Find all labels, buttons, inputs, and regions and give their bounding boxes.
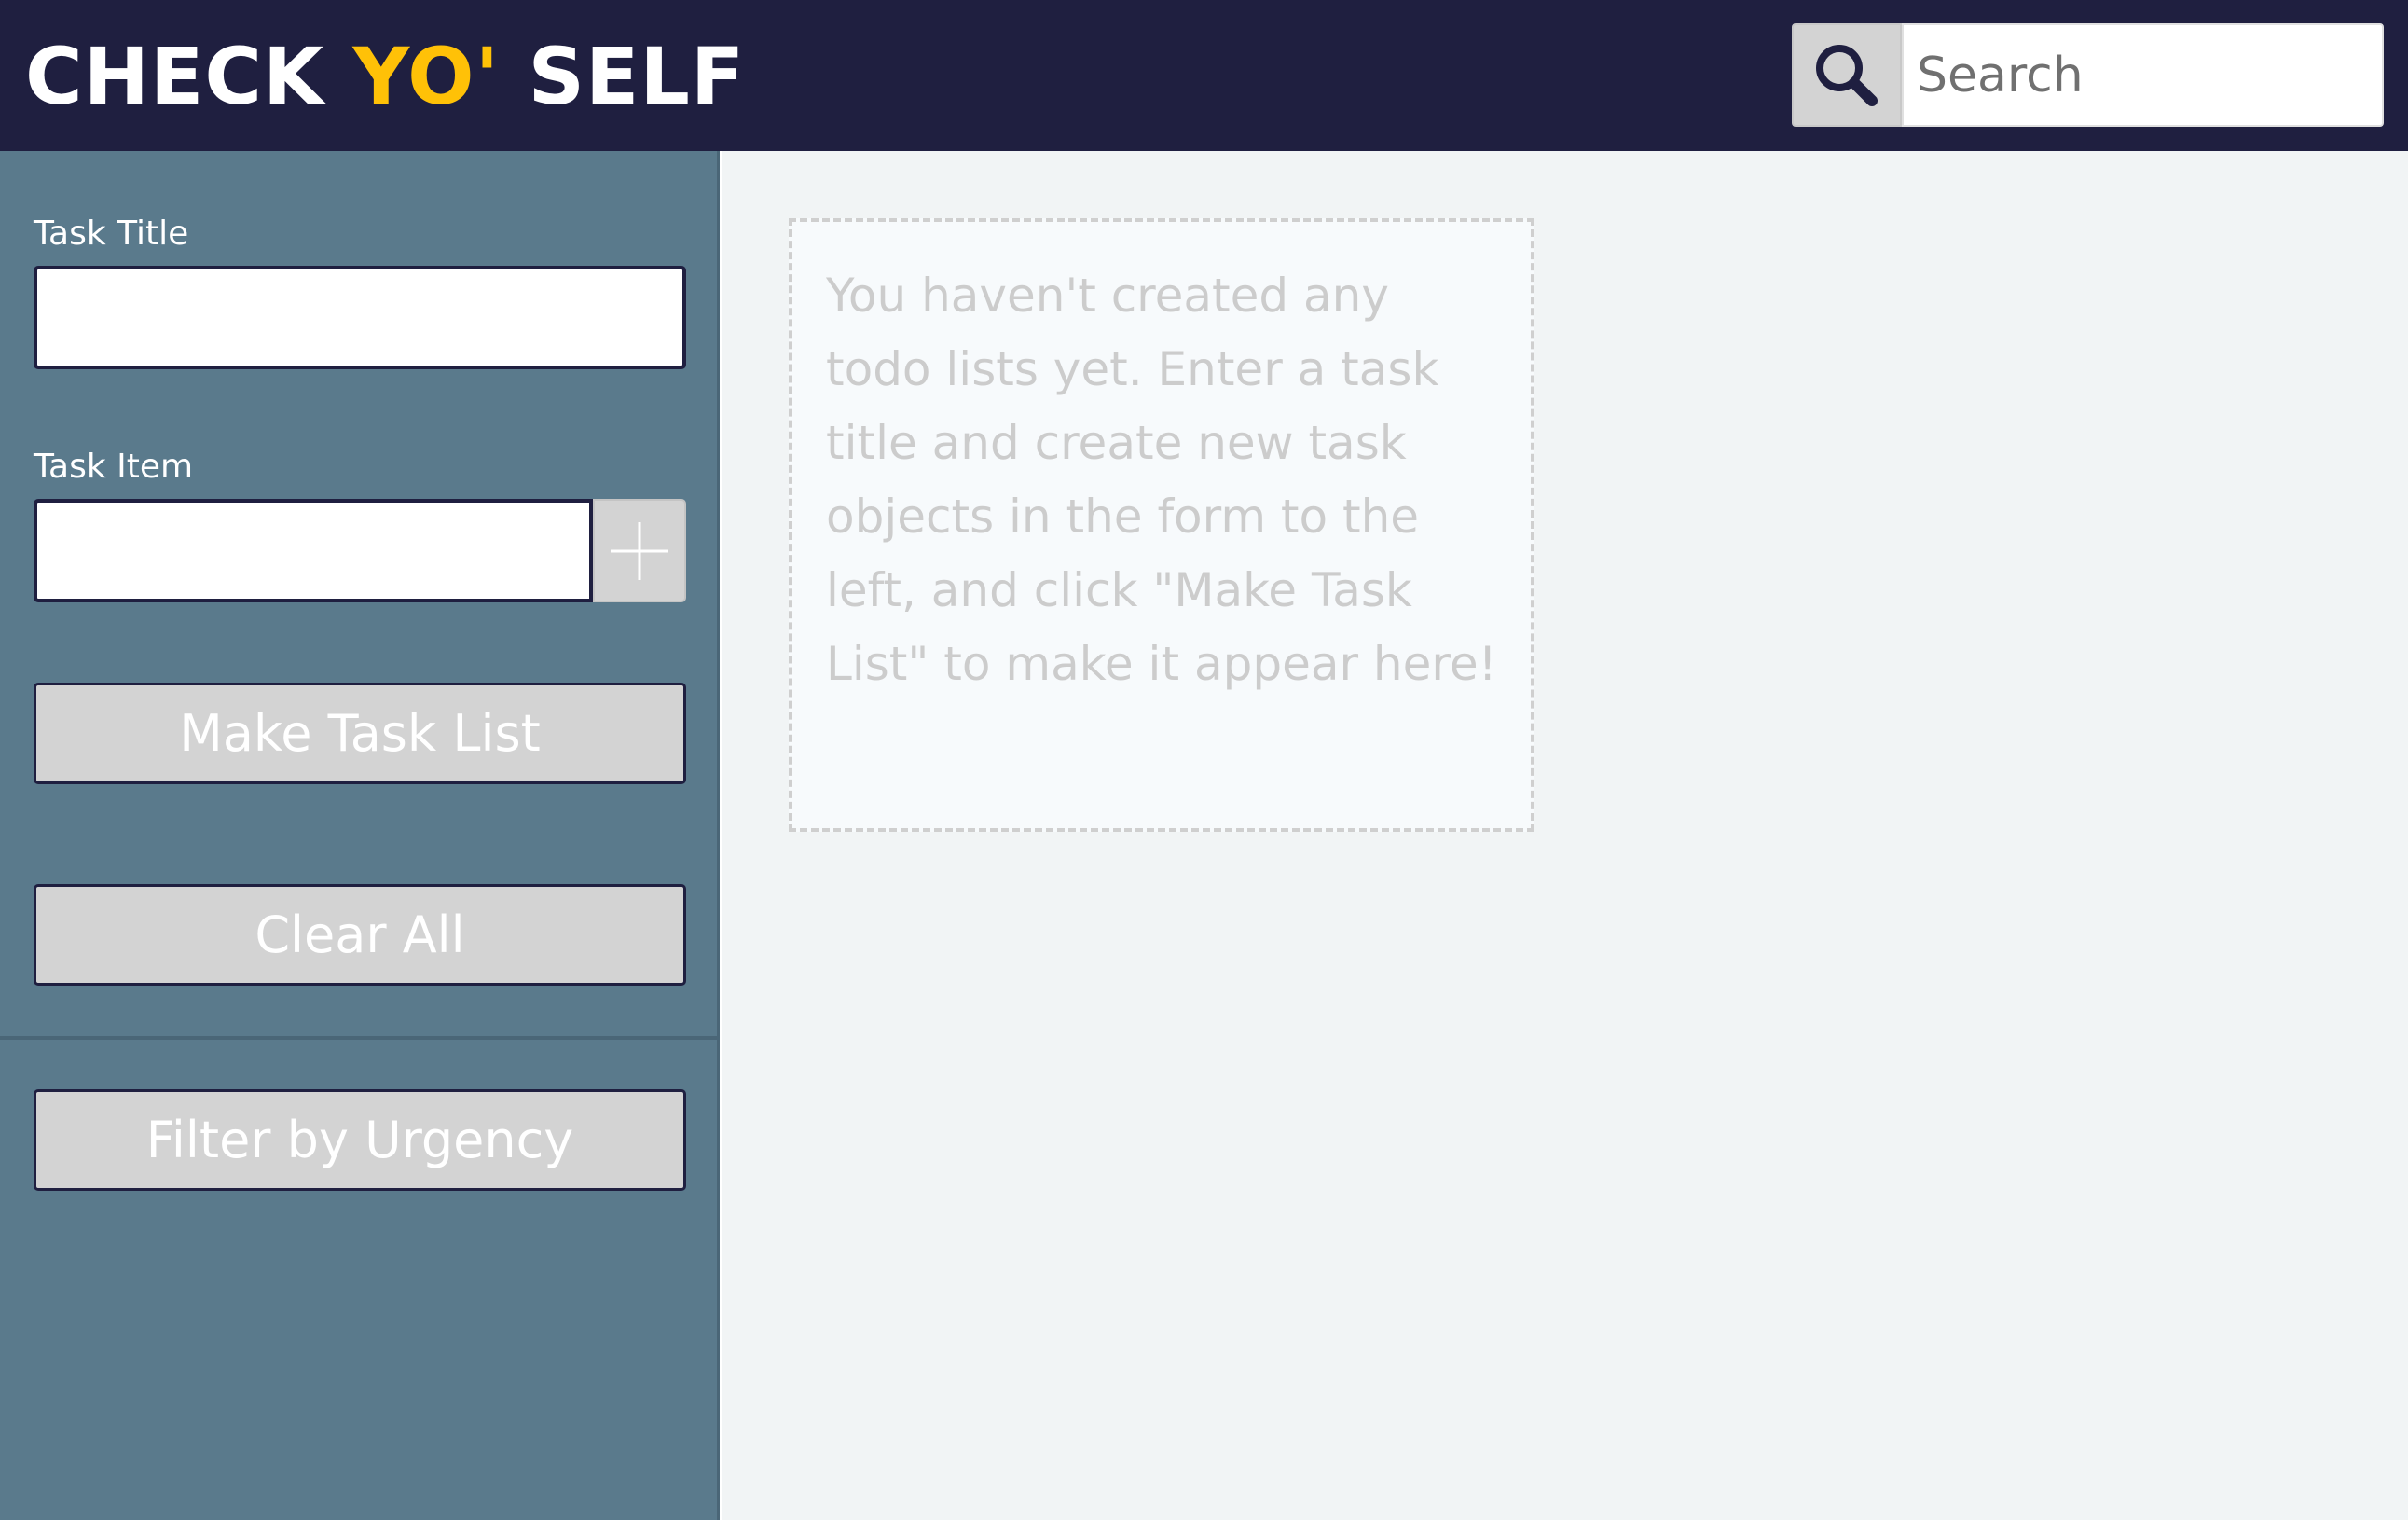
filter-by-urgency-button[interactable]: Filter by Urgency <box>34 1089 686 1191</box>
search-icon <box>1816 44 1878 106</box>
sidebar: Task Title Task Item Make Task List Clea… <box>0 151 720 1520</box>
logo-text-yo: YO' <box>352 31 501 122</box>
plus-icon <box>611 521 668 580</box>
make-task-list-button[interactable]: Make Task List <box>34 683 686 784</box>
task-title-input[interactable] <box>34 266 686 369</box>
empty-state-card: You haven't created any todo lists yet. … <box>789 218 1534 832</box>
app-logo: CHECK YO' SELF <box>25 21 745 132</box>
add-task-item-button[interactable] <box>593 499 686 602</box>
main-content: You haven't created any todo lists yet. … <box>722 151 2408 1520</box>
task-title-label: Task Title <box>34 214 189 253</box>
search-input[interactable] <box>1902 23 2384 127</box>
app-header: CHECK YO' SELF <box>0 0 2408 151</box>
task-item-label: Task Item <box>34 448 194 486</box>
logo-text-check: CHECK <box>25 31 353 122</box>
task-item-input[interactable] <box>34 499 593 602</box>
empty-state-message: You haven't created any todo lists yet. … <box>826 269 1497 691</box>
search-bar <box>1792 23 2384 127</box>
search-button[interactable] <box>1792 23 1902 127</box>
clear-all-button[interactable]: Clear All <box>34 884 686 986</box>
sidebar-divider <box>0 1036 720 1040</box>
logo-text-self: SELF <box>500 31 746 122</box>
